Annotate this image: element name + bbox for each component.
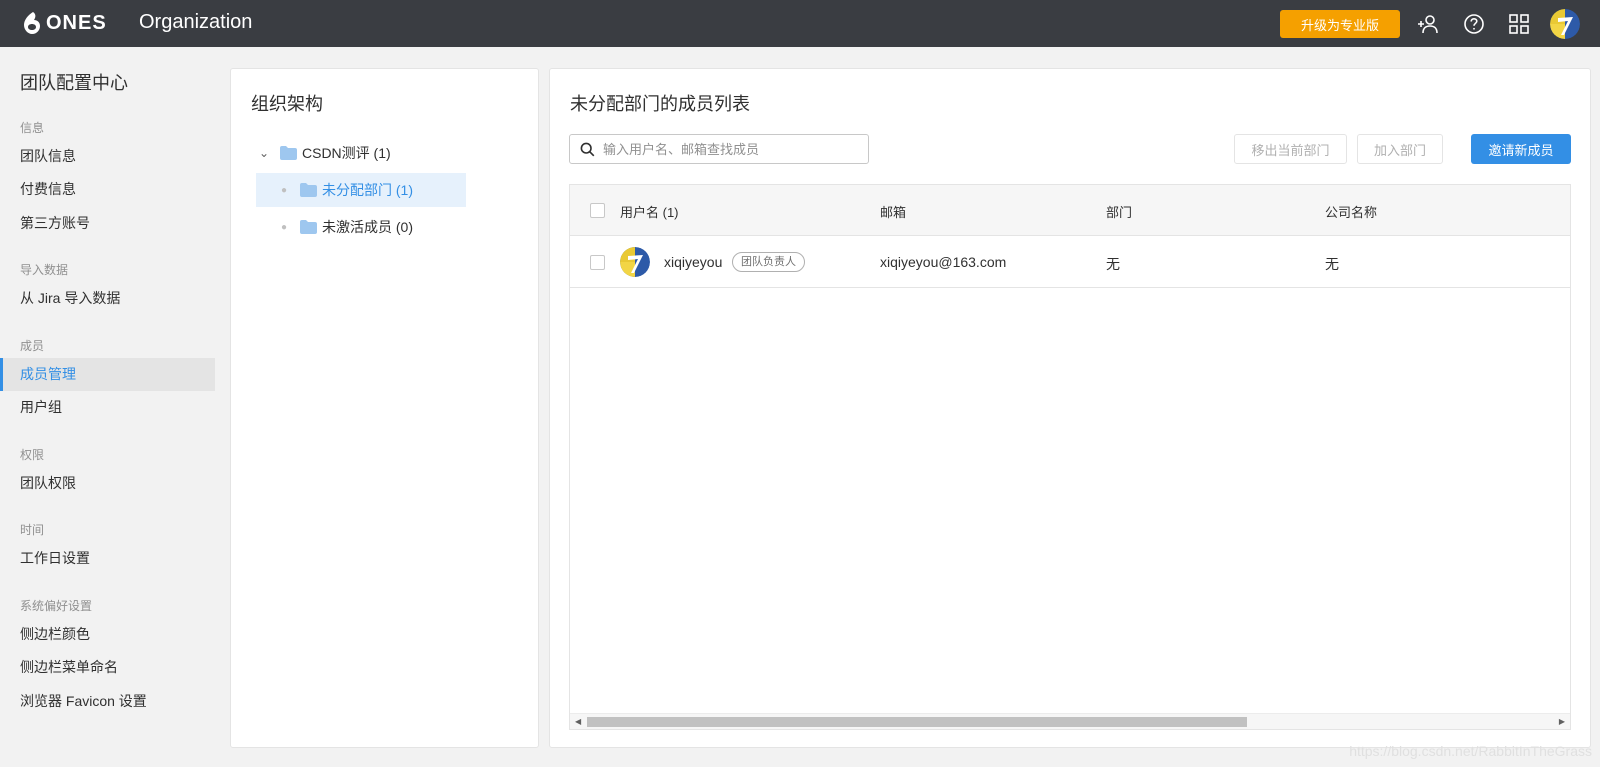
user-avatar[interactable] [1550,9,1580,39]
tree-node-label: 未激活成员 (0) [322,219,413,235]
member-company: 无 [1325,256,1339,272]
tree-node-label: 未分配部门 (1) [322,182,413,198]
member-avatar [620,247,650,277]
sidebar-item-menu-naming[interactable]: 侧边栏菜单命名 [0,651,215,684]
row-checkbox[interactable] [590,255,605,270]
sidebar-item-billing[interactable]: 付费信息 [0,173,215,206]
folder-icon [300,220,317,234]
sidebar-item-third-party[interactable]: 第三方账号 [0,207,215,240]
ones-logo[interactable]: ONES [22,11,107,35]
sidebar-item-member-management[interactable]: 成员管理 [0,358,215,391]
sidebar-item-workdays[interactable]: 工作日设置 [0,542,215,575]
horizontal-scrollbar[interactable]: ◀ ▶ [570,713,1570,729]
folder-icon [280,146,297,160]
select-all-checkbox[interactable] [590,203,605,218]
sidebar-group-import: 导入数据 [20,263,69,277]
folder-icon [300,183,317,197]
add-member-icon[interactable] [1415,11,1441,37]
member-table: 用户名 (1) 邮箱 部门 公司名称 xiqiyeyou 团队负责人 xiqiy… [569,184,1571,730]
app-title: Organization [139,11,253,33]
member-list-panel: 未分配部门的成员列表 移出当前部门 加入部门 邀请新成员 用户名 (1) 邮箱 … [549,68,1591,748]
sidebar-group-preferences: 系统偏好设置 [20,599,93,613]
member-panel-title: 未分配部门的成员列表 [570,94,750,114]
column-header-email[interactable]: 邮箱 [880,202,906,221]
column-header-company[interactable]: 公司名称 [1325,202,1377,221]
sidebar-item-user-groups[interactable]: 用户组 [0,391,215,424]
table-header: 用户名 (1) 邮箱 部门 公司名称 [570,185,1570,236]
role-badge: 团队负责人 [732,252,805,272]
tree-node-root[interactable]: ⌄ CSDN测评 (1) [256,136,466,170]
column-header-username[interactable]: 用户名 (1) [620,202,679,221]
member-department: 无 [1106,256,1120,272]
logo-text: ONES [46,11,107,34]
tree-node-inactive[interactable]: ● 未激活成员 (0) [256,210,466,244]
scrollbar-thumb[interactable] [587,717,1247,727]
help-icon[interactable] [1461,11,1487,37]
tree-dot-icon: ● [280,184,288,196]
ones-logo-icon [24,12,40,34]
search-input[interactable] [603,141,853,157]
top-bar: ONES Organization 升级为专业版 [0,0,1600,47]
sidebar-title: 团队配置中心 [20,73,128,93]
org-panel-title: 组织架构 [251,94,323,114]
sidebar-group-members: 成员 [20,339,45,353]
search-icon [580,142,595,156]
sidebar-group-info: 信息 [20,121,45,135]
sidebar-item-team-info[interactable]: 团队信息 [0,140,215,173]
chevron-down-icon[interactable]: ⌄ [256,146,272,160]
member-email: xiqiyeyou@163.com [880,254,1007,270]
tree-dot-icon: ● [280,221,288,233]
watermark: https://blog.csdn.net/RabbitInTheGrass [1349,743,1592,759]
invite-member-button[interactable]: 邀请新成员 [1471,134,1571,164]
sidebar-item-team-permissions[interactable]: 团队权限 [0,467,215,500]
scroll-left-icon[interactable]: ◀ [575,717,581,726]
sidebar-item-jira-import[interactable]: 从 Jira 导入数据 [0,282,215,315]
sidebar-item-sidebar-color[interactable]: 侧边栏颜色 [0,618,215,651]
apps-grid-icon[interactable] [1506,11,1532,37]
member-search[interactable] [569,134,869,164]
settings-sidebar: 团队配置中心 信息 团队信息 付费信息 第三方账号 导入数据 从 Jira 导入… [0,47,215,767]
table-row[interactable]: xiqiyeyou 团队负责人 xiqiyeyou@163.com 无 无 [570,236,1570,288]
scroll-right-icon[interactable]: ▶ [1559,717,1565,726]
tree-node-label: CSDN测评 (1) [302,145,391,161]
sidebar-group-permissions: 权限 [20,448,45,462]
tree-node-unassigned[interactable]: ● 未分配部门 (1) [256,173,466,207]
upgrade-button[interactable]: 升级为专业版 [1280,10,1400,38]
remove-from-department-button[interactable]: 移出当前部门 [1234,134,1347,164]
sidebar-group-time: 时间 [20,523,45,537]
column-header-department[interactable]: 部门 [1106,202,1132,221]
join-department-button[interactable]: 加入部门 [1357,134,1443,164]
org-structure-panel: 组织架构 ⌄ CSDN测评 (1) ● 未分配部门 (1) ● 未激活成员 (0… [230,68,539,748]
member-username[interactable]: xiqiyeyou [664,254,722,270]
sidebar-item-favicon[interactable]: 浏览器 Favicon 设置 [0,685,215,718]
